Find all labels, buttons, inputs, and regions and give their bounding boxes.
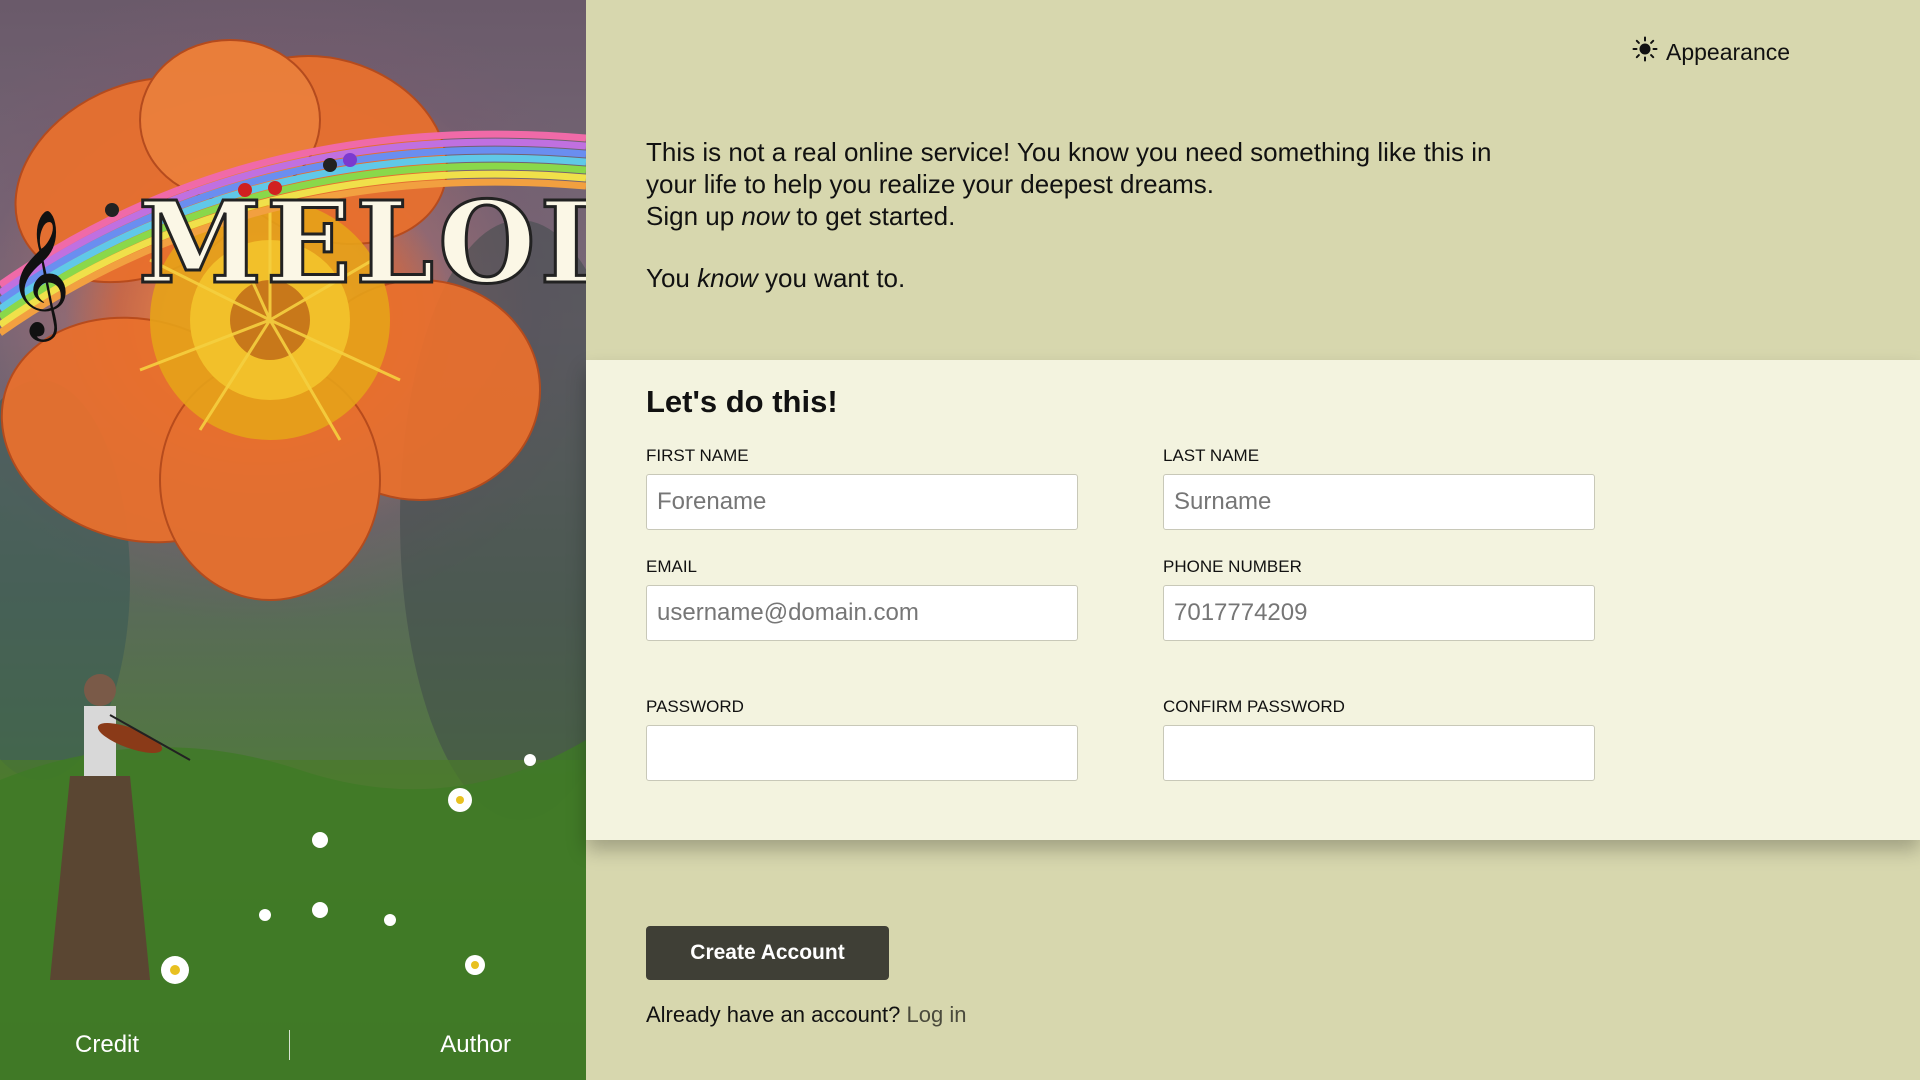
first-name-input[interactable] — [646, 474, 1078, 530]
credit-link[interactable]: Credit — [75, 1031, 139, 1059]
password-input[interactable] — [646, 725, 1078, 781]
last-name-group: Last name — [1163, 446, 1595, 530]
svg-text:𝄞: 𝄞 — [6, 208, 71, 342]
phone-group: Phone number — [1163, 557, 1595, 641]
hero-artwork: 𝄞 MELODY Credit Author — [0, 0, 586, 1080]
create-account-button[interactable]: Create Account — [646, 926, 889, 980]
know-post: you want to. — [757, 263, 906, 293]
know-pre: You — [646, 263, 698, 293]
last-name-input[interactable] — [1163, 474, 1595, 530]
signup-pre: Sign up — [646, 201, 742, 231]
artwork-illustration: 𝄞 MELODY — [0, 39, 586, 1080]
appearance-toggle[interactable]: Appearance — [1632, 36, 1790, 68]
email-label: Email — [646, 557, 698, 576]
email-input[interactable] — [646, 585, 1078, 641]
author-link[interactable]: Author — [440, 1031, 511, 1059]
first-name-label: First name — [646, 446, 749, 465]
form-heading: Let's do this! — [646, 384, 838, 419]
signup-form-card: Let's do this! First name Last name Emai… — [586, 360, 1920, 840]
confirm-password-input[interactable] — [1163, 725, 1595, 781]
phone-label: Phone number — [1163, 557, 1302, 576]
password-group: Password — [646, 697, 1078, 781]
sun-icon — [1632, 36, 1658, 68]
art-footer: Credit Author — [0, 1010, 586, 1080]
login-link[interactable]: Log in — [907, 1002, 967, 1027]
phone-input[interactable] — [1163, 585, 1595, 641]
signup-post: to get started. — [789, 201, 956, 231]
confirm-password-label: Confirm password — [1163, 697, 1345, 716]
intro-line: This is not a real online service! You k… — [646, 137, 1492, 199]
appearance-label: Appearance — [1666, 38, 1791, 65]
last-name-label: Last name — [1163, 446, 1260, 465]
melody-logo: MELODY — [138, 178, 586, 309]
know-line: You know you want to. — [646, 262, 1526, 294]
know-emphasis: know — [697, 263, 758, 293]
login-prompt: Already have an account? Log in — [646, 1002, 966, 1028]
email-group: Email — [646, 557, 1078, 641]
password-label: Password — [646, 697, 744, 716]
signup-line: Sign up now to get started. — [646, 200, 1526, 232]
first-name-group: First name — [646, 446, 1078, 530]
confirm-password-group: Confirm password — [1163, 697, 1595, 781]
login-prompt-text: Already have an account? — [646, 1002, 901, 1027]
footer-divider — [289, 1030, 291, 1060]
signup-emphasis: now — [741, 201, 790, 231]
intro-text: This is not a real online service! You k… — [646, 136, 1526, 294]
